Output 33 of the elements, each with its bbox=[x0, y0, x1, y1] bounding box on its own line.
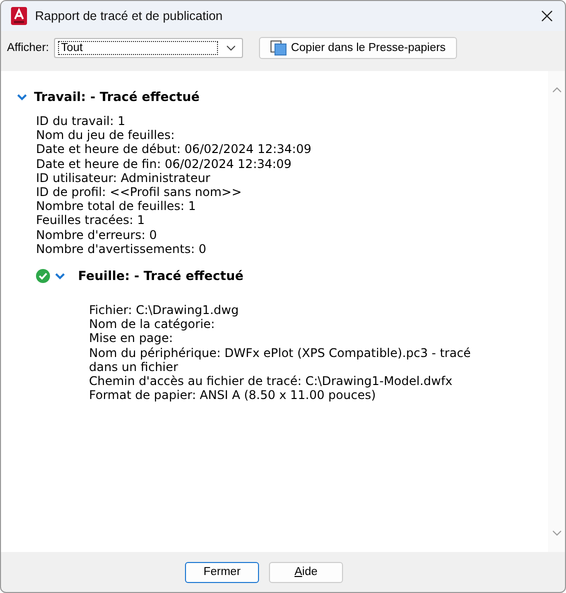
window-title: Rapport de tracé et de publication bbox=[35, 9, 224, 23]
scroll-down-icon[interactable] bbox=[552, 530, 562, 536]
close-icon[interactable] bbox=[541, 10, 553, 22]
sheet-title: Feuille: - Tracé effectué bbox=[78, 268, 244, 284]
job-detail: Feuilles tracées: 1 bbox=[36, 213, 146, 228]
sheet-detail: Nom de la catégorie: bbox=[89, 317, 216, 332]
help-button[interactable]: Aide bbox=[269, 562, 343, 582]
scrollbar[interactable] bbox=[548, 71, 565, 552]
job-detail: Nom du jeu de feuilles: bbox=[36, 128, 176, 142]
job-detail: Date et heure de fin: 06/02/2024 12:34:09 bbox=[36, 156, 293, 171]
sheet-detail: Chemin d'accès au fichier de tracé: C:\Drawing1-Model.dwfx bbox=[89, 374, 454, 388]
sheet-detail: Nom du périphérique: DWFx ePlot (XPS Compatible).pc3 - tracé dans un fichier bbox=[89, 346, 472, 374]
job-detail: ID du travail: 1 bbox=[36, 114, 126, 128]
job-detail: Nombre d'avertissements: 0 bbox=[36, 242, 208, 256]
chevron-icon[interactable] bbox=[17, 92, 27, 100]
sheet-detail: Fichier: C:\Drawing1.dwg bbox=[89, 303, 240, 318]
close-button[interactable]: Fermer bbox=[185, 562, 259, 582]
sheet-detail: Mise en page: bbox=[89, 331, 174, 346]
caret-icon bbox=[226, 45, 236, 51]
chevron-icon[interactable] bbox=[55, 272, 65, 280]
job-detail: Nombre total de feuilles: 1 bbox=[36, 199, 197, 214]
job-title: Travail: - Tracé effectué bbox=[34, 89, 200, 104]
scroll-up-icon[interactable] bbox=[552, 87, 562, 93]
job-detail: Date et heure de début: 06/02/2024 12:34:09 bbox=[36, 142, 312, 157]
app-logo-icon bbox=[11, 7, 27, 25]
copy-icon bbox=[270, 40, 288, 56]
copy-button[interactable]: Copier dans le Presse-papiers bbox=[258, 37, 457, 59]
sheet-detail: Format de papier: ANSI A (8.50 x 11.00 pouces) bbox=[89, 388, 377, 402]
job-detail: ID de profil: <<Profil sans nom>> bbox=[36, 185, 243, 200]
job-detail: Nombre d'erreurs: 0 bbox=[36, 228, 158, 242]
show-dropdown[interactable]: Tout bbox=[54, 38, 243, 58]
show-label: Afficher: bbox=[7, 42, 49, 54]
job-detail: ID utilisateur: Administrateur bbox=[36, 170, 212, 186]
